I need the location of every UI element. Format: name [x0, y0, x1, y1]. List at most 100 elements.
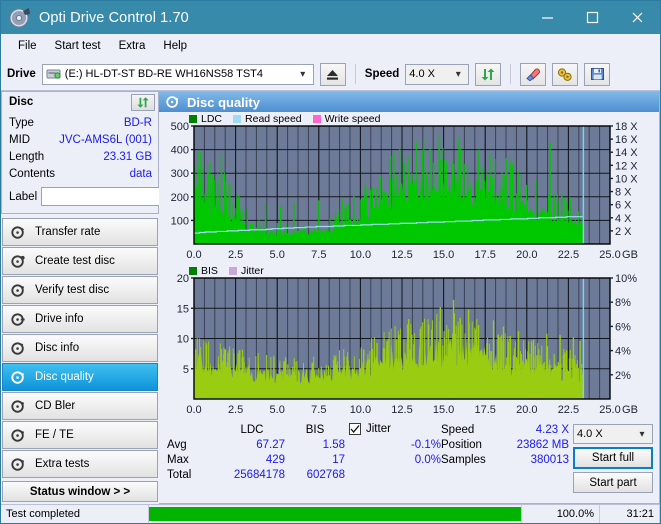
stats-header-bis: BIS [305, 424, 325, 436]
test-speed-value: 4.0 X [577, 428, 603, 440]
sidebar-item-label: Extra tests [35, 458, 90, 471]
info-key-speed: Speed [441, 424, 475, 436]
status-window-button[interactable]: Status window > > [2, 481, 158, 502]
jitter-checkbox[interactable] [349, 423, 361, 435]
chevron-down-icon[interactable]: ▾ [295, 69, 311, 80]
x-axis-tick: 17.5 [474, 404, 495, 416]
test-speed-select[interactable]: 4.0 X ▾ [573, 424, 653, 444]
info-key-position: Position [441, 439, 482, 451]
x-axis-tick: 5.0 [270, 249, 285, 261]
chevron-down-icon[interactable]: ▾ [634, 429, 650, 440]
drive-select[interactable]: (E:) HL-DT-ST BD-RE WH16NS58 TST4 ▾ [41, 63, 314, 85]
info-value-position: 23862 MB [516, 439, 569, 451]
sidebar-item-create-test-disc[interactable]: Create test disc [2, 247, 158, 276]
y2-axis-tick: 8% [615, 297, 631, 309]
y2-axis-tick: 4% [615, 346, 631, 358]
table-row: Speed 4.23 X [441, 423, 569, 438]
close-button[interactable] [615, 1, 660, 34]
disc-refresh-button[interactable] [131, 94, 155, 111]
disc-info-panel: Type BD-R MID JVC-AMS6L (001) Length 23.… [1, 111, 242, 215]
info-value-speed: 4.23 X [535, 424, 569, 436]
stats-total-ldc: 25684178 [233, 469, 285, 481]
progress-bar [149, 505, 522, 523]
info-key-samples: Samples [441, 454, 486, 466]
erase-button[interactable] [520, 62, 547, 86]
start-full-button[interactable]: Start full [573, 447, 653, 469]
sidebar-item-drive-info[interactable]: Drive info [2, 305, 158, 334]
menu-item-start-test[interactable]: Start test [46, 37, 110, 55]
y2-axis-tick: 4 X [615, 213, 632, 225]
y2-axis-tick: 16 X [615, 134, 638, 146]
save-button[interactable] [584, 62, 611, 86]
y-axis-tick: 500 [171, 121, 189, 133]
sidebar-item-fe-te[interactable]: FE / TE [2, 421, 158, 450]
sidebar-item-disc-quality[interactable]: Disc quality [2, 363, 158, 392]
speed-select[interactable]: 4.0 X ▾ [405, 63, 470, 85]
x-axis-tick: 12.5 [391, 249, 412, 261]
drive-value: (E:) HL-DT-ST BD-RE WH16NS58 TST4 [64, 68, 264, 80]
x-axis-unit: GB [622, 249, 638, 261]
x-axis-tick: 25.0 [599, 404, 620, 416]
table-row: 0.0% [349, 453, 441, 468]
sidebar-item-cd-bler[interactable]: CD Bler [2, 392, 158, 421]
legend-label: BIS [201, 265, 218, 277]
menu-item-file[interactable]: File [9, 37, 46, 55]
sidebar-item-label: Drive info [35, 313, 84, 326]
sidebar-item-transfer-rate[interactable]: Transfer rate [2, 218, 158, 247]
jitter-label: Jitter [366, 423, 391, 435]
x-axis-tick: 22.5 [558, 249, 579, 261]
y2-axis-tick: 2 X [615, 226, 632, 238]
y2-axis-tick: 2% [615, 370, 631, 382]
chevron-down-icon[interactable]: ▾ [450, 69, 466, 80]
progress-bar-fill [149, 507, 521, 521]
disc-row-mid: MID JVC-AMS6L (001) [9, 132, 152, 149]
sidebar-item-verify-test-disc[interactable]: Verify test disc [2, 276, 158, 305]
maximize-button[interactable] [570, 1, 615, 34]
sidebar-item-extra-tests[interactable]: Extra tests [2, 450, 158, 479]
stats-header-ldc: LDC [240, 424, 264, 436]
sidebar-item-disc-info[interactable]: Disc info [2, 334, 158, 363]
ldc-chart[interactable]: 1002003004005002 X4 X6 X8 X10 X12 X14 X1… [159, 112, 653, 264]
x-axis-tick: 2.5 [228, 404, 243, 416]
status-text: Test completed [1, 505, 149, 523]
menu-item-help[interactable]: Help [154, 37, 196, 55]
ldc-chart-legend: LDC Read speed Write speed [189, 113, 381, 125]
menu-item-extra[interactable]: Extra [110, 37, 155, 55]
minimize-button[interactable] [525, 1, 570, 34]
disc-row-contents: Contents data [9, 166, 152, 183]
x-axis-tick: 0.0 [186, 404, 201, 416]
table-row: Position 23862 MB [441, 438, 569, 453]
bis-chart[interactable]: 5 10 15 20 2% 4% 6% 8% 10% 0.0 2.5 5.0 7.5 10.0 12.5 15… [159, 264, 653, 419]
legend-swatch [189, 115, 197, 123]
y2-axis-tick: 18 X [615, 121, 638, 133]
y2-axis-tick: 8 X [615, 187, 632, 199]
x-axis-tick: 22.5 [558, 404, 579, 416]
y-axis-tick: 100 [171, 215, 189, 227]
drive-info-icon [11, 312, 26, 327]
start-part-button[interactable]: Start part [573, 472, 653, 493]
disc-row-type: Type BD-R [9, 115, 152, 132]
y2-axis-tick: 12 X [615, 160, 638, 172]
ldc-chart-container: LDC Read speed Write speed 100 200 300 400 500… [159, 112, 659, 264]
x-axis-tick: 7.5 [311, 249, 326, 261]
disc-key-length: Length [9, 151, 45, 164]
refresh-button[interactable] [475, 62, 502, 86]
title-bar: Opti Drive Control 1.70 [1, 1, 660, 34]
main-header-title: Disc quality [187, 94, 260, 110]
elapsed-time: 31:21 [600, 505, 660, 523]
eject-button[interactable] [319, 62, 346, 86]
disc-burn-icon [11, 254, 26, 269]
bis-chart-container: BIS Jitter 5 10 15 20 2% 4% 6% 8% 10% 0.0 2.5 5.0 7.5… [159, 264, 659, 419]
x-axis-tick: 10.0 [350, 404, 371, 416]
y-axis-tick: 10 [177, 334, 189, 346]
legend-label: LDC [201, 113, 223, 125]
drive-small-icon [46, 67, 61, 81]
x-axis-tick: 17.5 [474, 249, 495, 261]
tools-button[interactable] [552, 62, 579, 86]
disc-row-length: Length 23.31 GB [9, 149, 152, 166]
disc-extra-icon [11, 457, 26, 472]
jitter-stats: Jitter -0.1% 0.0% [349, 423, 441, 501]
x-axis-unit: GB [622, 404, 638, 416]
sidebar-item-label: Verify test disc [35, 284, 110, 297]
stats-avg-jitter: -0.1% [410, 439, 441, 451]
